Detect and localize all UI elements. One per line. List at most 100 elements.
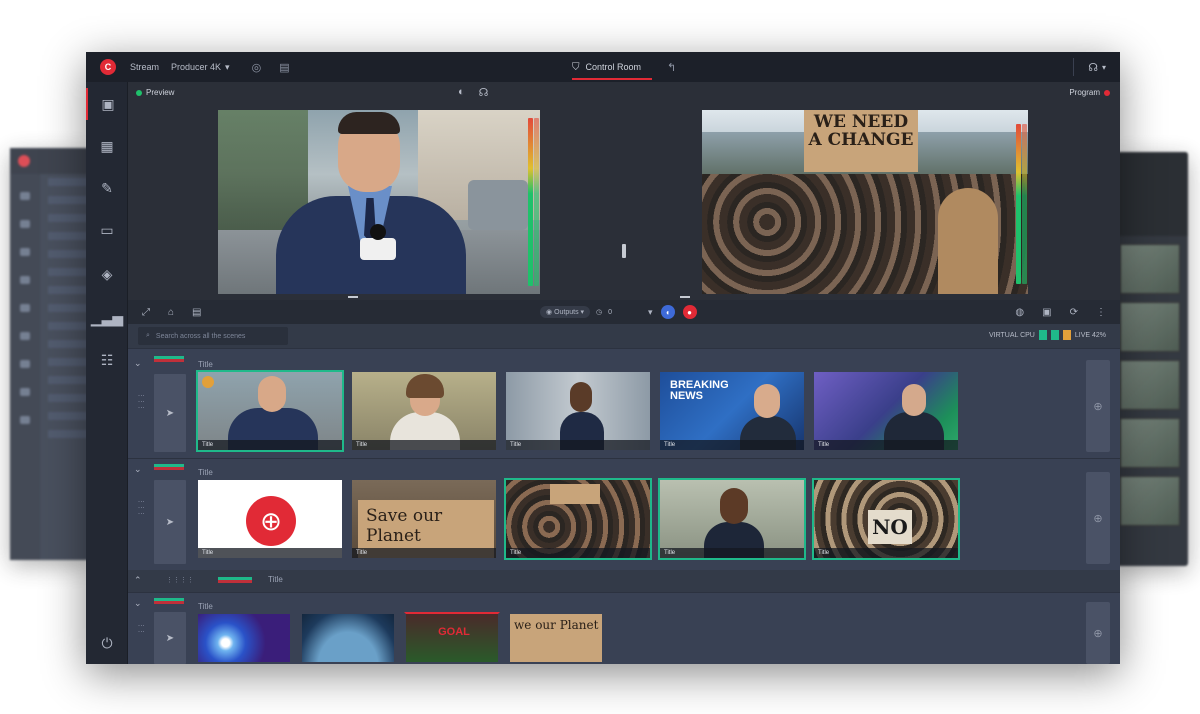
collapsed-scene-group[interactable]: ⌃ ⋮⋮⋮⋮ Title: [128, 570, 1120, 592]
scenes-panel: ⌄ Title ⋮⋮⋮ ➤ ⊕ Title Title Title BREAKI…: [128, 348, 1120, 664]
app-logo-icon[interactable]: C: [100, 59, 116, 75]
transport-controls: ▾ ◖ ●: [648, 305, 697, 319]
headphones-icon[interactable]: ☊: [479, 86, 489, 99]
share-icon[interactable]: ↰: [667, 61, 676, 74]
search-input[interactable]: ⌕ Search across all the scenes: [138, 327, 288, 345]
grid-icon[interactable]: ▤: [192, 307, 201, 318]
brush-icon: ✎: [101, 179, 113, 196]
thumb-face: [902, 384, 926, 416]
collapse-chevron-icon[interactable]: ⌄: [134, 464, 142, 475]
thumb-face: [720, 488, 748, 524]
background-rail: [10, 174, 40, 560]
scene-thumb[interactable]: NO Title: [812, 478, 960, 560]
search-placeholder: Search across all the scenes: [155, 332, 246, 340]
stream-button[interactable]: ◖: [660, 305, 675, 319]
scene-thumb[interactable]: [196, 612, 292, 664]
chevron-down-icon[interactable]: ▾: [648, 307, 653, 318]
drag-handle-icon[interactable]: ⋮⋮⋮⋮: [166, 576, 194, 584]
drag-handle-icon[interactable]: ⋮⋮: [132, 622, 144, 634]
program-scrub-marker[interactable]: [680, 296, 690, 298]
headset-icon[interactable]: ☊: [1088, 61, 1098, 74]
scene-thumb[interactable]: Title: [350, 370, 498, 452]
scene-thumb[interactable]: Title: [504, 370, 652, 452]
program-label: Program: [1069, 88, 1110, 97]
thumb-caption: Title: [352, 548, 496, 558]
workspace-label[interactable]: Stream: [130, 62, 159, 72]
program-video[interactable]: WE NEED A CHANGE: [702, 110, 1028, 294]
group-title: Title: [268, 575, 283, 584]
scene-thumb[interactable]: Title: [196, 370, 344, 452]
sync-icon[interactable]: ⟳: [1070, 307, 1078, 318]
background-window-right: [1116, 152, 1188, 566]
palette-icon[interactable]: ◐: [458, 86, 465, 99]
add-scene-button[interactable]: ⊕: [1086, 602, 1110, 664]
rail-item-team[interactable]: ☷: [86, 344, 128, 376]
more-icon[interactable]: ⋮: [1096, 307, 1106, 318]
collapse-chevron-icon[interactable]: ⌄: [134, 358, 142, 369]
scene-thumb[interactable]: ⊕ Title: [196, 478, 344, 560]
scene-thumb[interactable]: Title: [504, 478, 652, 560]
background-rail-icon: [20, 276, 30, 284]
thumb-background: [198, 614, 290, 662]
group-source-tile[interactable]: ➤: [154, 612, 186, 664]
control-bar: ⤢ ⌂ ▤ ◉ Outputs ▾ ◷ 0 ▾ ◖ ● ◍ ▣ ⟳ ⋮: [128, 300, 1120, 324]
cpu-bar: [1038, 330, 1047, 340]
fullscreen-icon[interactable]: ⤢: [142, 307, 150, 318]
rail-item-guests[interactable]: ◈: [86, 258, 128, 290]
home-icon[interactable]: ⌂: [168, 307, 174, 318]
rail-item-scenes[interactable]: ▣: [86, 88, 128, 120]
add-scene-button[interactable]: ⊕: [1086, 472, 1110, 564]
preview-scrub-marker[interactable]: [348, 296, 358, 298]
rail-item-analytics[interactable]: ▁▃▅: [86, 302, 128, 334]
preview-video[interactable]: [218, 110, 540, 294]
background-thumbnail: [1120, 476, 1180, 526]
monitor-area: Preview ◐ ☊ Program WE NEED A CHANGE: [128, 82, 1120, 300]
plus-icon: ⊕: [1093, 512, 1103, 525]
collapse-chevron-icon[interactable]: ⌄: [134, 598, 142, 609]
cursor-icon: ➤: [165, 632, 175, 644]
add-scene-button[interactable]: ⊕: [1086, 360, 1110, 452]
background-rail-icon: [20, 192, 30, 200]
thumb-overlay-text: NO: [868, 510, 912, 544]
cpu-label: VIRTUAL CPU: [988, 331, 1035, 339]
account-dropdown[interactable]: Producer 4K ▾: [171, 62, 230, 73]
group-color-flag: [154, 464, 184, 470]
scene-thumb[interactable]: GOAL: [404, 612, 500, 664]
screenshot-stage: C Stream Producer 4K ▾ ◎ ▤ ⛉ Control Roo…: [0, 0, 1200, 714]
monitor-icon: ▣: [101, 95, 115, 112]
scene-thumb[interactable]: Title: [658, 478, 806, 560]
globe-icon[interactable]: ◎: [252, 61, 262, 74]
film-icon: ▦: [100, 137, 114, 154]
thumb-face: [754, 384, 780, 418]
layout-icon[interactable]: ▤: [279, 61, 289, 74]
record-button[interactable]: ●: [682, 305, 697, 319]
rail-item-graphics[interactable]: ✎: [86, 172, 128, 204]
rail-item-files[interactable]: ▭: [86, 214, 128, 246]
scene-thumb[interactable]: we our Planet: [508, 612, 604, 664]
thumb-face: [258, 376, 286, 412]
thumb-caption: Title: [660, 440, 804, 450]
scene-thumb[interactable]: Save our Planet Title: [350, 478, 498, 560]
control-room-tab[interactable]: ⛉ Control Room ↰: [572, 52, 676, 82]
drag-handle-icon[interactable]: ⋮⋮⋮: [132, 498, 144, 516]
scene-group-1: ⌄ Title ⋮⋮⋮ ➤ ⊕ Title Title Title BREAKI…: [128, 348, 1120, 458]
drag-handle-icon[interactable]: ⋮⋮⋮: [132, 392, 144, 410]
expand-chevron-icon[interactable]: ⌃: [134, 575, 142, 586]
cursor-icon: ➤: [165, 516, 175, 528]
cpu-bar: [1062, 330, 1071, 340]
drop-icon[interactable]: ◍: [1015, 307, 1024, 318]
power-button[interactable]: ⏻: [86, 635, 128, 652]
scene-thumb[interactable]: [300, 612, 396, 664]
background-rail-icon: [20, 388, 30, 396]
titlebar: C Stream Producer 4K ▾ ◎ ▤ ⛉ Control Roo…: [86, 52, 1120, 82]
timer-icon[interactable]: ◷: [596, 308, 602, 316]
group-source-tile[interactable]: ➤: [154, 480, 186, 564]
splitter-handle[interactable]: [622, 244, 626, 258]
scene-thumb[interactable]: Title: [812, 370, 960, 452]
rail-item-media[interactable]: ▦: [86, 130, 128, 162]
group-source-tile[interactable]: ➤: [154, 374, 186, 452]
chevron-down-icon[interactable]: ▾: [1102, 63, 1106, 72]
camera-icon[interactable]: ▣: [1042, 307, 1051, 318]
scene-thumb[interactable]: BREAKING NEWS Title: [658, 370, 806, 452]
outputs-dropdown[interactable]: ◉ Outputs ▾: [540, 306, 591, 318]
